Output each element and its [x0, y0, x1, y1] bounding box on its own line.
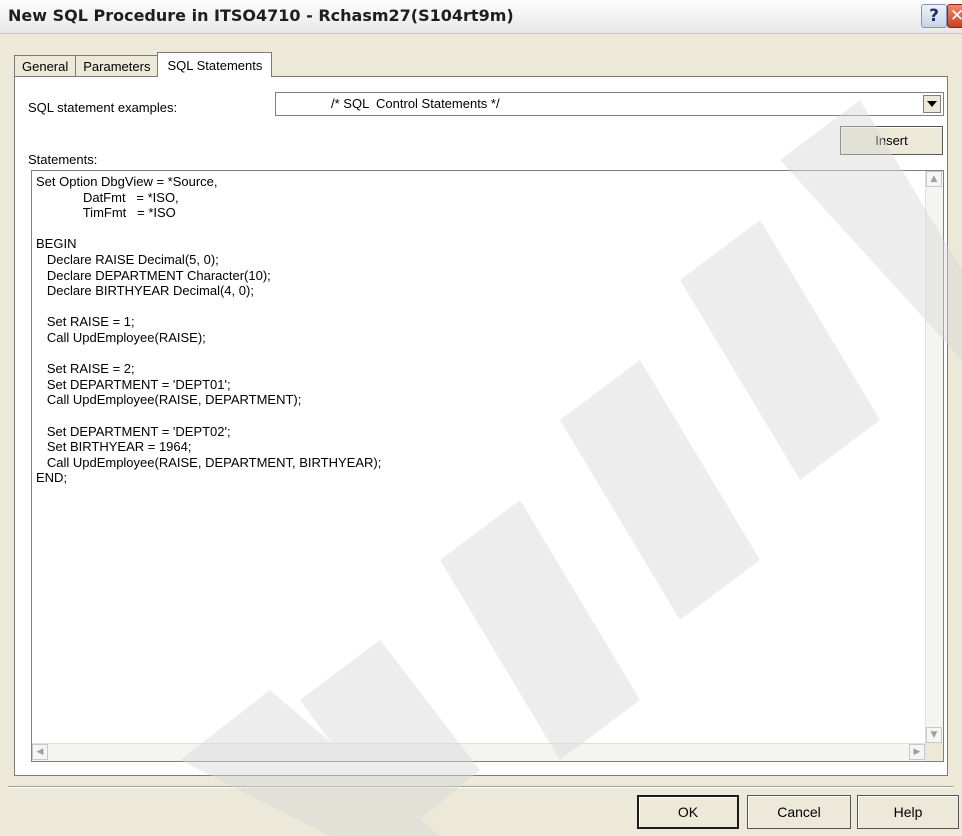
scroll-up-icon[interactable]: ▲ [926, 171, 942, 187]
statements-text[interactable]: Set Option DbgView = *Source, DatFmt = *… [36, 174, 381, 486]
dialog-window: New SQL Procedure in ITSO4710 - Rchasm27… [0, 0, 962, 836]
scroll-right-icon[interactable]: ▶ [909, 744, 925, 760]
help-icon[interactable]: ? [921, 4, 947, 28]
dropdown-arrow-icon[interactable] [923, 95, 941, 113]
close-icon[interactable]: ✕ [947, 4, 962, 28]
window-title: New SQL Procedure in ITSO4710 - Rchasm27… [8, 6, 514, 25]
scroll-down-icon[interactable]: ▼ [926, 727, 942, 743]
statements-editor[interactable]: Set Option DbgView = *Source, DatFmt = *… [31, 170, 944, 762]
help-button[interactable]: Help [857, 795, 959, 829]
title-bar[interactable]: New SQL Procedure in ITSO4710 - Rchasm27… [0, 0, 962, 34]
tab-sql-statements[interactable]: SQL Statements [157, 52, 273, 77]
cancel-button[interactable]: Cancel [747, 795, 851, 829]
tab-general[interactable]: General [14, 55, 77, 77]
tab-parameters[interactable]: Parameters [75, 55, 159, 77]
sql-examples-label: SQL statement examples: [28, 100, 178, 115]
statements-label: Statements: [28, 152, 98, 167]
sql-examples-dropdown[interactable]: /* SQL Control Statements */ [275, 92, 944, 116]
tab-strip: General Parameters SQL Statements [14, 52, 273, 77]
ok-button[interactable]: OK [637, 795, 739, 829]
vertical-scrollbar[interactable]: ▲ ▼ [925, 171, 943, 743]
scroll-left-icon[interactable]: ◀ [32, 744, 48, 760]
insert-button[interactable]: Insert [840, 126, 943, 155]
horizontal-scrollbar[interactable]: ◀ ▶ [32, 743, 925, 761]
scrollbar-corner [925, 743, 943, 761]
button-separator [8, 786, 954, 788]
sql-examples-selected: /* SQL Control Statements */ [331, 96, 500, 111]
